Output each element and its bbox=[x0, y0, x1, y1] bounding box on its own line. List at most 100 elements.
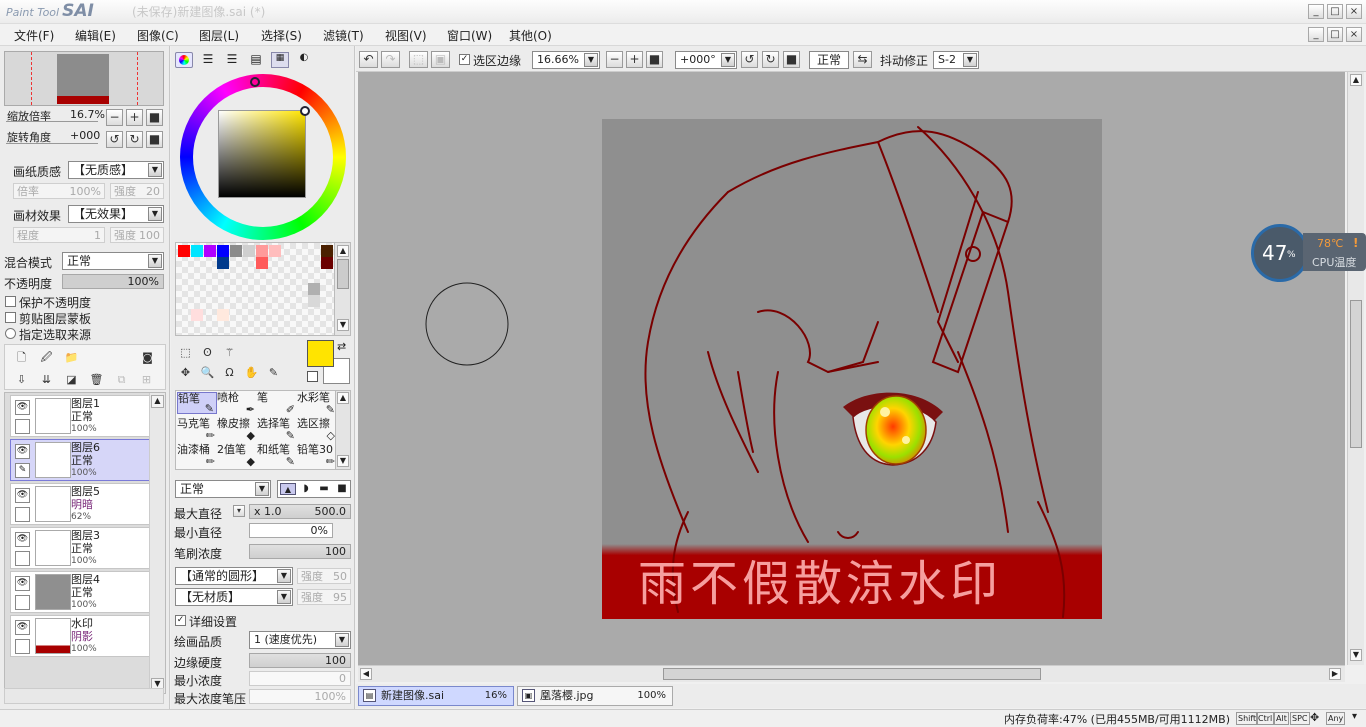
color-swatch[interactable] bbox=[243, 245, 255, 257]
zoom-slider[interactable] bbox=[6, 121, 98, 122]
min-density-slider[interactable]: 0 bbox=[249, 671, 351, 686]
primary-color-swatch[interactable] bbox=[307, 340, 334, 367]
clear-layer-icon[interactable]: ◪ bbox=[63, 371, 80, 388]
color-swatch[interactable] bbox=[308, 295, 320, 307]
tip-flat-icon[interactable]: ▬ bbox=[316, 483, 332, 495]
blend-mode-select[interactable]: 正常 ▼ bbox=[62, 252, 164, 270]
menu-window[interactable]: 窗口(W) bbox=[447, 27, 492, 44]
brush-slot[interactable]: 选区擦 ◇ bbox=[297, 418, 337, 442]
brush-slot[interactable]: 马克笔 ✏ bbox=[177, 418, 217, 442]
rotate-left-button[interactable]: ↺ bbox=[106, 131, 123, 148]
min-diameter-slider[interactable]: 0% bbox=[249, 523, 333, 538]
tab-document-2[interactable]: ▣ 凰落樱.jpg 100% bbox=[517, 686, 673, 706]
brush-slot[interactable]: 油漆桶 ✏ bbox=[177, 444, 217, 468]
edge-hardness-slider[interactable]: 100 bbox=[249, 653, 351, 668]
menu-edit[interactable]: 编辑(E) bbox=[75, 27, 116, 44]
color-swatch[interactable] bbox=[256, 257, 268, 269]
brush-slot[interactable]: 铅笔30 ✏ bbox=[297, 444, 337, 468]
color-swatch[interactable] bbox=[321, 257, 333, 269]
layer-lock-icon[interactable] bbox=[15, 507, 30, 522]
visibility-eye-icon[interactable]: 👁 bbox=[15, 400, 30, 415]
zoom-select[interactable]: 16.66% ▼ bbox=[532, 51, 600, 69]
layer-item[interactable]: 👁 图层1 正常 100% bbox=[10, 395, 152, 437]
zoom-out-button[interactable]: − bbox=[106, 109, 123, 126]
deselect-icon[interactable]: ⬚ bbox=[409, 51, 428, 68]
brush-slot[interactable]: 选择笔 ✎ bbox=[257, 418, 297, 442]
lasso-icon[interactable]: ʘ bbox=[199, 344, 216, 361]
invert-selection-icon[interactable]: ▣ bbox=[431, 51, 450, 68]
brush-slot[interactable]: 橡皮擦 ◆ bbox=[217, 418, 257, 442]
doc-close-button[interactable]: × bbox=[1346, 27, 1362, 42]
menu-view[interactable]: 视图(V) bbox=[385, 27, 427, 44]
doc-minimize-button[interactable]: _ bbox=[1308, 27, 1324, 42]
canvas-horizontal-scrollbar[interactable]: ◀ ▶ bbox=[358, 665, 1345, 682]
brush-scroll-down-icon[interactable]: ▼ bbox=[337, 455, 349, 467]
brush-slot[interactable]: 铅笔 ✎ bbox=[177, 392, 217, 415]
brush-texture-select[interactable]: 【无材质】 ▼ bbox=[175, 588, 293, 606]
tip-square-icon[interactable]: ■ bbox=[334, 483, 350, 495]
color-swatch[interactable] bbox=[191, 309, 203, 321]
layer-lock-icon[interactable]: ✎ bbox=[15, 463, 30, 478]
protect-opacity-checkbox[interactable] bbox=[5, 296, 16, 307]
rotate-right-button[interactable]: ↻ bbox=[126, 131, 143, 148]
color-swatch[interactable] bbox=[321, 245, 333, 257]
redo-icon[interactable]: ↷ bbox=[381, 51, 400, 68]
visibility-eye-icon[interactable]: 👁 bbox=[15, 576, 30, 591]
layer-mask-icon[interactable]: ◙ bbox=[139, 349, 156, 366]
rotate-slider[interactable] bbox=[6, 143, 98, 144]
brush-mode-select[interactable]: 正常 ▼ bbox=[175, 480, 271, 498]
gradient-tab-icon[interactable]: ▤ bbox=[247, 52, 265, 68]
layer-item[interactable]: 👁 图层3 正常 100% bbox=[10, 527, 152, 569]
rotate-tool-icon[interactable]: Ω bbox=[221, 364, 238, 381]
undo-icon[interactable]: ↶ bbox=[359, 51, 378, 68]
visibility-eye-icon[interactable]: 👁 bbox=[15, 444, 30, 459]
quality-select[interactable]: 1 (速度优先) ▼ bbox=[249, 631, 351, 649]
menu-layer[interactable]: 图层(L) bbox=[199, 27, 239, 44]
navigator-preview[interactable] bbox=[4, 51, 164, 106]
new-folder-icon[interactable]: 📁 bbox=[63, 349, 80, 366]
swatch-scroll-down-icon[interactable]: ▼ bbox=[337, 319, 349, 331]
hscroll-thumb[interactable] bbox=[663, 668, 1041, 680]
opacity-slider[interactable]: 100% bbox=[62, 274, 164, 289]
scratch-pad-tab-icon[interactable]: ◐ bbox=[295, 52, 313, 68]
visibility-eye-icon[interactable]: 👁 bbox=[15, 488, 30, 503]
new-vector-layer-icon[interactable]: 🖉 bbox=[38, 349, 55, 366]
max-diameter-slider[interactable]: x 1.0 500.0 bbox=[249, 504, 351, 519]
color-swatch[interactable] bbox=[217, 245, 229, 257]
density-slider[interactable]: 100 bbox=[249, 544, 351, 559]
toolbar-rotate-right-icon[interactable]: ↻ bbox=[762, 51, 779, 68]
menu-other[interactable]: 其他(O) bbox=[509, 27, 552, 44]
brush-slot[interactable]: 2值笔 ◆ bbox=[217, 444, 257, 468]
selection-source-radio[interactable] bbox=[5, 328, 16, 339]
color-swatch[interactable] bbox=[256, 245, 268, 257]
rotate-reset-button[interactable]: ■ bbox=[146, 131, 163, 148]
transfer-down-icon[interactable]: ⇩ bbox=[13, 371, 30, 388]
color-swatch[interactable] bbox=[217, 257, 229, 269]
layer-lock-icon[interactable] bbox=[15, 639, 30, 654]
flip-view-icon[interactable]: ⇆ bbox=[853, 51, 872, 68]
color-swatch[interactable] bbox=[191, 245, 203, 257]
layer-lock-icon[interactable] bbox=[15, 419, 30, 434]
menu-image[interactable]: 图像(C) bbox=[137, 27, 179, 44]
tab-document-1[interactable]: ▤ 新建图像.sai 16% bbox=[358, 686, 514, 706]
brush-slot[interactable]: 笔 ✐ bbox=[257, 392, 297, 416]
scroll-up-icon[interactable]: ▲ bbox=[151, 395, 164, 408]
brush-scrollbar[interactable]: ▲ ▼ bbox=[335, 390, 351, 470]
toolbar-rotate-reset-icon[interactable]: ■ bbox=[783, 51, 800, 68]
brush-shape-select[interactable]: 【通常的圆形】 ▼ bbox=[175, 567, 293, 585]
status-dropdown-icon[interactable]: ▾ bbox=[1352, 711, 1357, 722]
zoom-in-button[interactable]: + bbox=[126, 109, 143, 126]
vscroll-up-icon[interactable]: ▲ bbox=[1350, 74, 1362, 86]
zoom-tool-icon[interactable]: 🔍 bbox=[199, 364, 216, 381]
menu-file[interactable]: 文件(F) bbox=[14, 27, 54, 44]
swatch-tab-icon[interactable]: ▦ bbox=[271, 52, 289, 68]
tip-sharp-icon[interactable]: ▲ bbox=[280, 483, 296, 495]
rgb-slider-tab-icon[interactable]: ☰ bbox=[199, 52, 217, 68]
layer-item[interactable]: 👁 水印 阴影 100% bbox=[10, 615, 152, 657]
vscroll-thumb[interactable] bbox=[1350, 300, 1362, 448]
color-wheel-tab-icon[interactable] bbox=[175, 52, 193, 68]
new-layer-icon[interactable]: 🗋 bbox=[13, 349, 30, 366]
tip-round-icon[interactable]: ◗ bbox=[298, 483, 314, 495]
transparent-color-icon[interactable] bbox=[307, 371, 318, 382]
swatch-palette[interactable]: ▲ ▼ bbox=[175, 242, 351, 336]
